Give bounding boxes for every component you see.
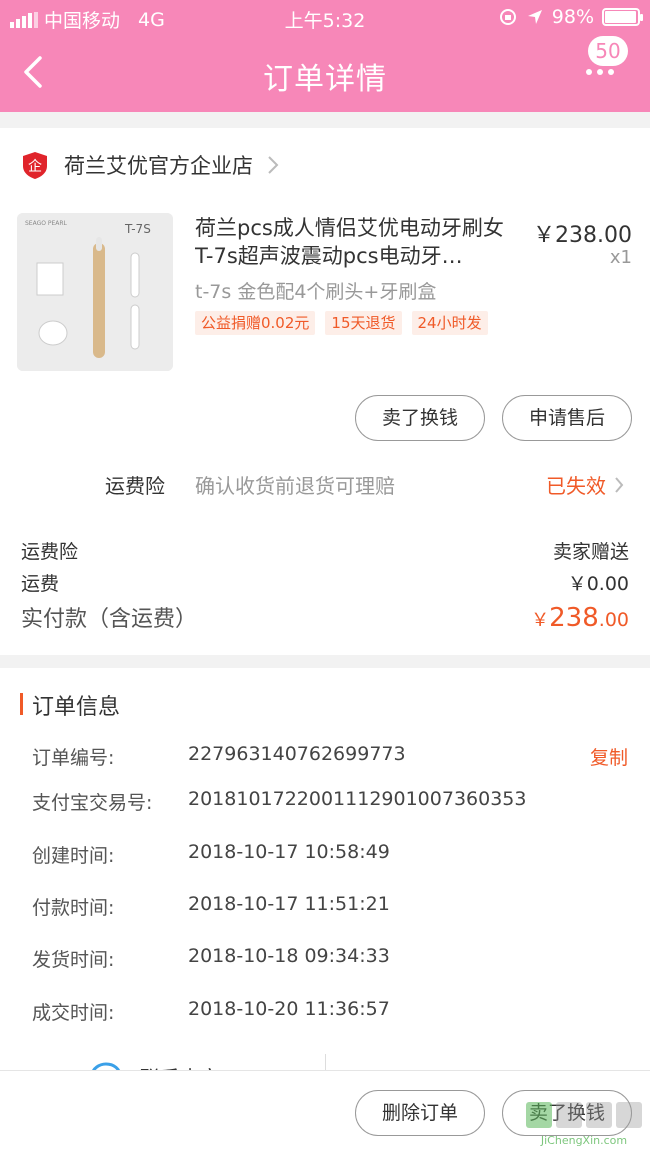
more-menu-button[interactable]: 50 xyxy=(582,36,632,86)
total-amount: ￥238.00 xyxy=(531,603,629,633)
apply-aftersale-button[interactable]: 申请售后 xyxy=(502,395,632,441)
more-dots-icon xyxy=(586,69,614,75)
toothbrush-image: SEAGO PEARL T-7S xyxy=(17,213,173,371)
delete-order-button[interactable]: 删除订单 xyxy=(355,1090,485,1136)
fee-insurance-row: 运费险 卖家赠送 xyxy=(21,537,629,564)
order-info-title: 订单信息 xyxy=(32,695,121,720)
status-bar: 中国移动 4G 上午5:32 98% xyxy=(0,0,650,36)
product-sku: t-7s 金色配4个刷头+牙刷盒 xyxy=(195,281,437,303)
info-key: 订单编号: xyxy=(32,747,115,769)
product-price: ￥238.00 xyxy=(533,223,632,248)
tag-shipping: 24小时发 xyxy=(411,311,488,335)
info-key: 成交时间: xyxy=(32,1002,115,1024)
info-key: 创建时间: xyxy=(32,845,115,867)
info-value: 2018-10-17 11:51:21 xyxy=(188,893,390,915)
total-label: 实付款（含运费） xyxy=(21,607,198,632)
watermark: JiChengXin.com xyxy=(524,1098,644,1152)
tag-return: 15天退货 xyxy=(325,311,402,335)
info-key: 付款时间: xyxy=(32,897,115,919)
service-tags: 公益捐赠0.02元 15天退货 24小时发 xyxy=(195,311,512,335)
battery-icon xyxy=(602,8,643,26)
fee-insurance-label: 运费险 xyxy=(21,541,79,563)
shop-link[interactable]: 企 荷兰艾优官方企业店 xyxy=(20,150,279,180)
total-decimal: .00 xyxy=(598,609,629,631)
fee-insurance-value: 卖家赠送 xyxy=(552,541,629,563)
svg-text:T-7S: T-7S xyxy=(124,222,151,236)
total-currency: ￥ xyxy=(531,610,550,631)
location-icon xyxy=(527,10,542,24)
svg-text:SEAGO PEARL: SEAGO PEARL xyxy=(25,220,68,227)
info-value: 2018101722001112901007360353 xyxy=(188,788,527,810)
info-value: 2018-10-18 09:34:33 xyxy=(188,945,390,967)
fee-shipping-row: 运费 ￥0.00 xyxy=(21,569,629,596)
insurance-desc: 确认收货前退货可理赔 xyxy=(195,474,395,498)
chevron-right-icon xyxy=(615,476,624,493)
total-row: 实付款（含运费） ￥238.00 xyxy=(21,601,629,633)
insurance-status-text: 已失效 xyxy=(546,474,606,498)
tag-charity: 公益捐赠0.02元 xyxy=(195,311,316,335)
fee-shipping-label: 运费 xyxy=(21,573,60,595)
notification-badge: 50 xyxy=(588,36,628,66)
fee-shipping-value: ￥0.00 xyxy=(567,573,629,595)
battery-percent: 98% xyxy=(551,6,594,28)
shop-name: 荷兰艾优官方企业店 xyxy=(64,154,253,178)
info-value: 2018-10-20 11:36:57 xyxy=(188,998,390,1020)
info-key: 支付宝交易号: xyxy=(32,792,153,814)
svg-text:JiChengXin.com: JiChengXin.com xyxy=(540,1134,627,1147)
chevron-right-icon xyxy=(268,156,279,174)
copy-button[interactable]: 复制 xyxy=(590,743,628,770)
product-title[interactable]: 荷兰pcs成人情侣艾优电动牙刷女 T-7s超声波震动pcs电动牙… xyxy=(195,214,520,270)
page-title: 订单详情 xyxy=(263,62,387,97)
enterprise-shop-icon: 企 xyxy=(23,152,47,179)
info-value: 2018-10-17 10:58:49 xyxy=(188,841,390,863)
header: 中国移动 4G 上午5:32 98% 订单详情 50 xyxy=(0,0,650,112)
section-accent-bar xyxy=(20,693,23,715)
total-integer: 238 xyxy=(549,603,599,633)
sell-exchange-button[interactable]: 卖了换钱 xyxy=(355,395,485,441)
info-key: 发货时间: xyxy=(32,949,115,971)
insurance-label: 运费险 xyxy=(105,474,165,498)
navbar: 订单详情 50 xyxy=(0,36,650,112)
svg-text:企: 企 xyxy=(28,158,42,175)
insurance-status[interactable]: 已失效 xyxy=(546,470,624,499)
info-value: 227963140762699773 xyxy=(188,743,406,765)
watermark-logo: JiChengXin.com xyxy=(526,1102,642,1147)
product-quantity: x1 xyxy=(609,247,632,268)
orientation-lock-icon xyxy=(499,9,516,25)
product-image[interactable]: SEAGO PEARL T-7S xyxy=(17,213,173,371)
